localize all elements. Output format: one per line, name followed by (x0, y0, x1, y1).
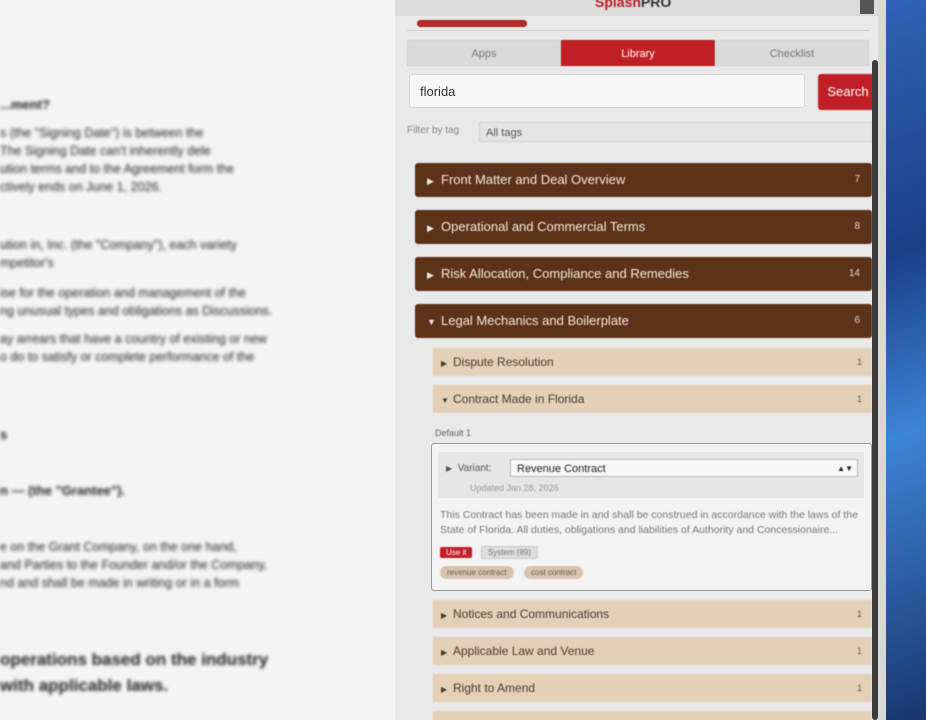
doc-line: ng unusual types and obligations as Disc… (0, 304, 273, 318)
subsection-applicable-law[interactable]: ▶ Applicable Law and Venue 1 (433, 637, 872, 665)
tag-filter-select[interactable]: All tags (479, 122, 873, 142)
doc-line: n — (the "Grantee"). (0, 483, 126, 498)
caret-right-icon: ▶ (441, 648, 448, 657)
caret-right-icon: ▶ (441, 611, 448, 620)
doc-line: ctively ends on June 1, 2026. (0, 180, 162, 194)
caret-right-icon: ▶ (427, 176, 434, 186)
search-input[interactable]: florida (409, 74, 805, 108)
section-risk-allocation[interactable]: ▶ Risk Allocation, Compliance and Remedie… (415, 257, 872, 291)
section-operational-terms[interactable]: ▶ Operational and Commercial Terms 8 (415, 210, 872, 244)
doc-line: s (0, 427, 8, 442)
tab-library[interactable]: Library (561, 40, 715, 66)
subsection-notices[interactable]: ▶ Notices and Communications 1 (433, 600, 872, 628)
doc-line: s (the "Signing Date") is between the (0, 126, 204, 140)
clause-card-header: ▶ Variant: Revenue Contract ▲▼ Updated J… (438, 452, 864, 498)
doc-line: operations based on the industry (0, 650, 269, 669)
section-count: 14 (848, 268, 860, 279)
doc-line: ...ment? (0, 97, 50, 112)
section-front-matter[interactable]: ▶ Front Matter and Deal Overview 7 (415, 163, 872, 197)
subsection-count: 1 (856, 357, 862, 367)
section-count: 6 (854, 315, 860, 326)
doc-line: ution in, Inc. (the "Company"), each var… (0, 238, 237, 252)
subsection-count: 1 (856, 609, 862, 619)
doc-line: ise for the operation and management of … (0, 286, 246, 300)
doc-line: The Signing Date can't inherently dele (0, 144, 211, 158)
subsection-title: Notices and Communications (453, 607, 610, 621)
caret-right-icon: ▶ (441, 359, 448, 368)
subsection-count: 1 (856, 646, 862, 656)
doc-line: nd and shall be made in writing or in a … (0, 576, 240, 590)
caret-right-icon: ▶ (427, 270, 434, 280)
tab-checklist[interactable]: Checklist (715, 40, 869, 66)
section-title: Front Matter and Deal Overview (441, 172, 626, 187)
subsection-title: Dispute Resolution (453, 355, 554, 369)
section-count: 8 (854, 221, 860, 232)
variant-label: ▶ Variant: (446, 463, 492, 474)
section-count: 7 (854, 174, 860, 185)
subsection-title: Contract Made in Florida (453, 392, 585, 406)
use-clause-button[interactable]: Use it (440, 547, 473, 558)
subsection-partial[interactable] (433, 711, 872, 720)
brand-logo: SplashPRO (595, 0, 672, 10)
doc-line: with applicable laws. (0, 676, 169, 695)
variant-select-value: Revenue Contract (517, 463, 606, 475)
subsection-title: Applicable Law and Venue (453, 644, 595, 658)
progress-bar (417, 20, 527, 27)
tag-filter-row: Filter by tag All tags (407, 122, 873, 144)
clause-tags: revenue contract cost contract (440, 562, 589, 580)
divider (407, 30, 869, 31)
caret-right-icon: ▶ (441, 685, 448, 694)
updated-timestamp: Updated Jan 28, 2026 (470, 483, 559, 493)
system-badge: System (89) (480, 546, 539, 559)
section-title: Operational and Commercial Terms (441, 219, 646, 234)
subsection-count: 1 (856, 394, 862, 404)
subsection-dispute-resolution[interactable]: ▶ Dispute Resolution 1 (433, 348, 872, 376)
search-row: florida Search (409, 74, 878, 110)
caret-down-icon: ▼ (441, 396, 449, 405)
caret-down-icon: ▼ (427, 317, 436, 327)
default-label: Default 1 (435, 428, 472, 438)
subsection-count: 1 (856, 683, 862, 693)
variant-select[interactable]: Revenue Contract ▲▼ (510, 459, 858, 477)
tag-pill[interactable]: revenue contract (440, 566, 514, 579)
clause-card: ▶ Variant: Revenue Contract ▲▼ Updated J… (431, 443, 872, 591)
clause-library-panel: SplashPRO Apps Library Checklist florida… (395, 0, 878, 720)
document-view: ...ment? s (the "Signing Date") is betwe… (0, 0, 395, 720)
subsection-contract-made-in-florida[interactable]: ▼ Contract Made in Florida 1 (433, 385, 872, 413)
doc-line: o do to satisfy or complete performance … (0, 350, 255, 364)
tab-apps[interactable]: Apps (407, 40, 561, 66)
window-edge (878, 0, 886, 720)
desktop-background (884, 0, 926, 720)
section-title: Risk Allocation, Compliance and Remedies (441, 266, 689, 281)
subsection-right-to-amend[interactable]: ▶ Right to Amend 1 (433, 674, 872, 702)
doc-line: and Parties to the Founder and/or the Co… (0, 558, 268, 572)
section-legal-mechanics[interactable]: ▼ Legal Mechanics and Boilerplate 6 (415, 304, 872, 338)
section-title: Legal Mechanics and Boilerplate (441, 313, 629, 328)
dropdown-arrow-icon: ▲▼ (837, 464, 853, 473)
doc-line: ution terms and to the Agreement form th… (0, 162, 235, 176)
doc-line: mpetitor's (0, 256, 54, 270)
clause-chips: Use it System (89) (440, 542, 542, 560)
panel-scrollbar[interactable] (872, 60, 878, 720)
doc-line: ay arrears that have a country of existi… (0, 332, 267, 346)
tag-filter-label: Filter by tag (407, 125, 460, 136)
tag-pill[interactable]: cost contract (524, 566, 584, 579)
caret-right-icon: ▶ (427, 223, 434, 233)
doc-line: e on the Grant Company, on the one hand, (0, 540, 237, 554)
close-icon[interactable] (860, 0, 874, 14)
panel-topbar: SplashPRO (395, 0, 878, 16)
search-button[interactable]: Search (818, 74, 878, 110)
tab-bar: Apps Library Checklist (407, 40, 869, 66)
subsection-title: Right to Amend (453, 681, 536, 695)
